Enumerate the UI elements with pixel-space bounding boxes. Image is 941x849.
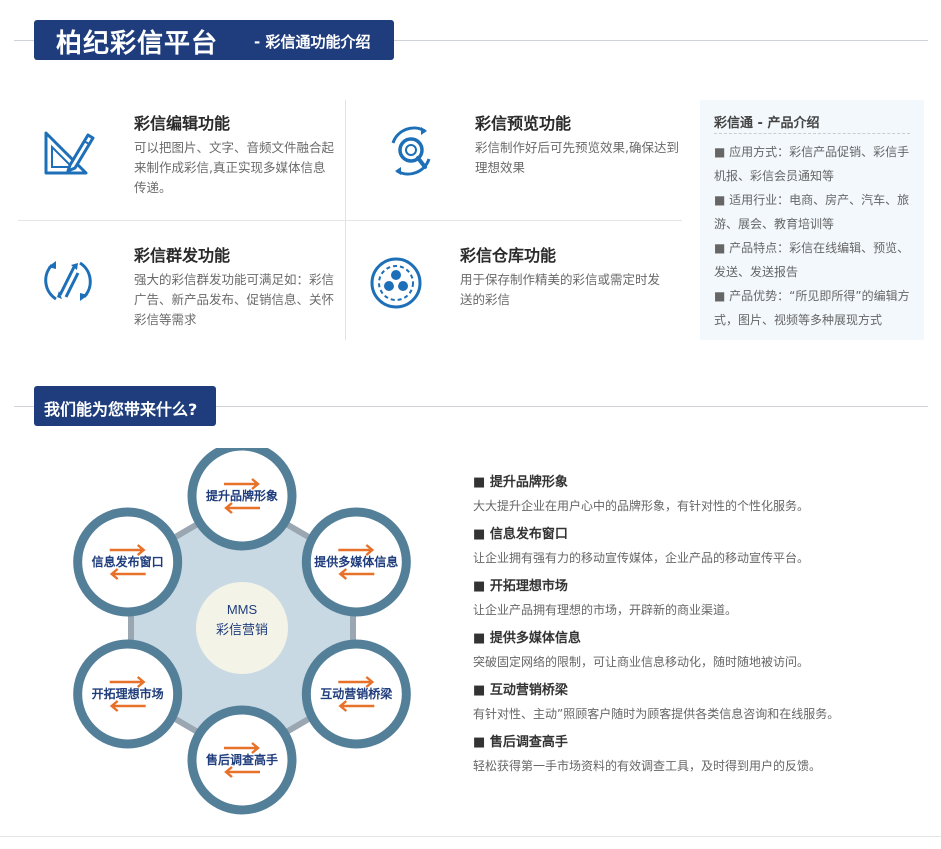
section2-badge: 我们能为您带来什么? bbox=[34, 386, 216, 426]
benefit-title: ■ 信息发布窗口 bbox=[473, 523, 568, 542]
benefit-title-text: 提升品牌形象 bbox=[489, 475, 568, 490]
diagram-node-label: 提升品牌形象 bbox=[206, 488, 278, 503]
product-intro-item: ■ 产品优势：“所见即所得”的编辑方式，图片、视频等多种展现方式 bbox=[714, 289, 910, 327]
benefit-title-text: 开拓理想市场 bbox=[489, 579, 568, 594]
feature-desc-warehouse: 用于保存制作精美的彩信或需定时发送的彩信 bbox=[460, 272, 661, 307]
header-badge: 柏纪彩信平台 - 彩信通功能介绍 bbox=[34, 20, 394, 60]
diagram-node-label: 信息发布窗口 bbox=[92, 554, 164, 569]
product-intro-item: ■ 应用方式：彩信产品促销、彩信手机报、彩信会员通知等 bbox=[714, 145, 910, 183]
footer-divider bbox=[0, 836, 941, 837]
bullet-icon: ■ bbox=[473, 475, 486, 490]
mass-send-icon bbox=[44, 261, 92, 301]
product-intro-panel: 彩信通 - 产品介绍 ■ 应用方式：彩信产品促销、彩信手机报、彩信会员通知等 ■… bbox=[700, 100, 924, 340]
benefit-title-text: 提供多媒体信息 bbox=[489, 631, 581, 646]
bullet-icon: ■ bbox=[473, 683, 486, 698]
benefit-desc: 让企业产品拥有理想的市场，开辟新的商业渠道。 bbox=[473, 603, 738, 617]
diagram-node: 售后调查高手 bbox=[187, 705, 297, 815]
bullet-icon: ■ bbox=[473, 579, 486, 594]
benefit-title: ■ 提升品牌形象 bbox=[473, 471, 568, 490]
benefit-desc: 有针对性、主动”照顾客户随时为顾客提供各类信息咨询和在线服务。 bbox=[473, 707, 840, 721]
diagram-node-label: 售后调查高手 bbox=[206, 752, 278, 767]
product-intro-divider bbox=[714, 133, 910, 134]
benefit-desc: 轻松获得第一手市场资料的有效调查工具，及时得到用户的反馈。 bbox=[473, 759, 822, 773]
feature-desc-edit: 可以把图片、文字、音频文件融合起来制作成彩信,真正实现多媒体信息传递。 bbox=[134, 140, 335, 195]
benefit-title: ■ 互动营销桥梁 bbox=[473, 679, 568, 698]
bullet-icon: ■ bbox=[473, 527, 486, 542]
feature-title-preview: 彩信预览功能 bbox=[475, 114, 572, 133]
diagram-node-label: 提供多媒体信息 bbox=[314, 554, 398, 569]
diagram-node: 互动营销桥梁 bbox=[301, 639, 411, 749]
edit-pencil-icon bbox=[44, 131, 95, 175]
diagram-node-label: 开拓理想市场 bbox=[92, 686, 164, 701]
feature-title-mass-send: 彩信群发功能 bbox=[134, 246, 231, 265]
preview-search-icon bbox=[391, 126, 431, 176]
diagram-center-line2: 彩信营销 bbox=[216, 622, 268, 637]
diagram-node-label: 互动营销桥梁 bbox=[320, 686, 392, 701]
benefit-title-text: 售后调查高手 bbox=[489, 735, 568, 750]
feature-desc-preview: 彩信制作好后可先预览效果,确保达到理想效果 bbox=[475, 140, 679, 175]
feature-title-edit: 彩信编辑功能 bbox=[134, 114, 231, 133]
diagram-center-line1: MMS bbox=[227, 602, 258, 617]
benefit-desc: 突破固定网络的限制，可让商业信息移动化，随时随地被访问。 bbox=[473, 655, 810, 669]
diagram-node: 提升品牌形象 bbox=[187, 448, 297, 551]
benefit-title-text: 互动营销桥梁 bbox=[489, 683, 568, 698]
diagram-node: 提供多媒体信息 bbox=[301, 507, 411, 617]
bullet-icon: ■ bbox=[473, 631, 486, 646]
mms-marketing-diagram: MMS 彩信营销 提升品牌形象提供多媒体信息互动营销桥梁售后调查高手 开拓理想市场… bbox=[73, 448, 411, 815]
benefit-desc: 让企业拥有强有力的移动宣传媒体，企业产品的移动宣传平台。 bbox=[473, 551, 810, 565]
product-intro-title: 彩信通 - 产品介绍 bbox=[714, 116, 820, 131]
diagram-node: 开拓理想市场 bbox=[73, 639, 183, 749]
section2-title: 我们能为您带来什么? bbox=[44, 400, 198, 419]
benefit-title: ■ 提供多媒体信息 bbox=[473, 627, 581, 646]
page-title: 柏纪彩信平台 bbox=[56, 29, 219, 59]
benefit-title: ■ 开拓理想市场 bbox=[473, 575, 568, 594]
product-intro-item: ■ 适用行业：电商、房产、汽车、旅游、展会、教育培训等 bbox=[714, 193, 910, 231]
benefit-title-text: 信息发布窗口 bbox=[489, 527, 568, 542]
bullet-icon: ■ bbox=[473, 735, 486, 750]
benefit-title: ■ 售后调查高手 bbox=[473, 731, 568, 750]
diagram-node: 信息发布窗口 bbox=[73, 507, 183, 617]
feature-title-warehouse: 彩信仓库功能 bbox=[460, 246, 557, 265]
feature-grid-divider-horizontal bbox=[18, 220, 682, 221]
feature-desc-mass-send: 强大的彩信群发功能可满足如：彩信广告、新产品发布、促销信息、关怀彩信等需求 bbox=[134, 272, 335, 327]
benefit-desc: 大大提升企业在用户心中的品牌形象，有针对性的个性化服务。 bbox=[473, 499, 810, 513]
page-subtitle: - 彩信通功能介绍 bbox=[254, 33, 371, 51]
product-intro-item: ■ 产品特点：彩信在线编辑、预览、发送、发送报告 bbox=[714, 241, 910, 279]
warehouse-icon bbox=[370, 257, 422, 309]
